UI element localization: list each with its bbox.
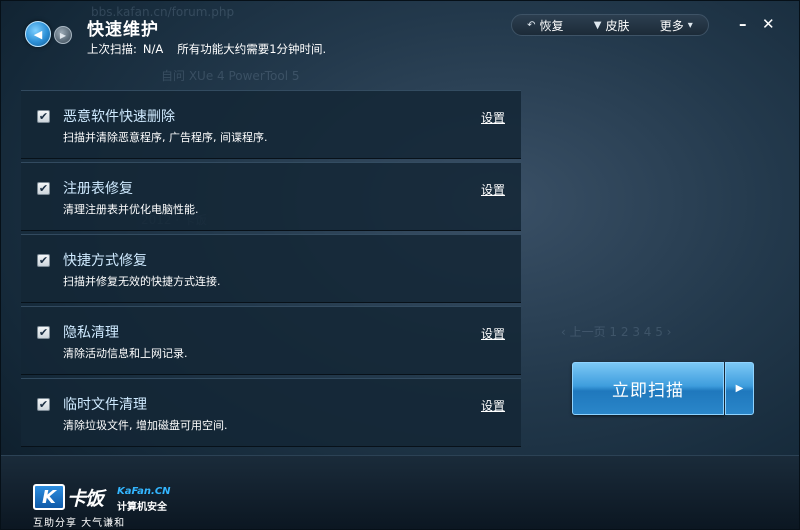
minimize-icon[interactable]: – xyxy=(739,15,747,33)
task-settings-link[interactable]: 设置 xyxy=(481,397,505,414)
task-description: 扫描并修复无效的快捷方式连接. xyxy=(63,275,221,288)
checkmark-icon: ✔ xyxy=(38,110,49,123)
task-title: 注册表修复 xyxy=(63,181,133,197)
last-scan-value: N/A xyxy=(142,42,164,56)
checkmark-icon: ✔ xyxy=(38,326,49,339)
undo-icon: ↶ xyxy=(527,19,536,31)
task-row-tempfiles: ✔ 临时文件清理 清除垃圾文件, 增加磁盘可用空间. 设置 xyxy=(21,378,521,447)
task-checkbox[interactable]: ✔ xyxy=(37,110,50,123)
task-title: 临时文件清理 xyxy=(63,397,147,413)
top-menu-bar: ↶ 恢复 ▼ 皮肤 更多 ▾ xyxy=(511,14,709,36)
task-checkbox[interactable]: ✔ xyxy=(37,326,50,339)
last-scan-info: 上次扫描: N/A 所有功能大约需要1分钟时间. xyxy=(87,41,332,57)
checkmark-icon: ✔ xyxy=(38,254,49,267)
logo-site-text: KaFan.CN xyxy=(117,486,171,497)
task-row-malware: ✔ 恶意软件快速删除 扫描并清除恶意程序, 广告程序, 间谍程序. 设置 xyxy=(21,90,521,159)
checkmark-icon: ✔ xyxy=(38,398,49,411)
task-title: 快捷方式修复 xyxy=(63,253,147,269)
back-arrow-icon[interactable]: ◀ xyxy=(25,21,51,47)
logo-k-mark: K xyxy=(33,484,65,510)
task-row-privacy: ✔ 隐私清理 清除活动信息和上网记录. 设置 xyxy=(21,306,521,375)
restore-button[interactable]: ↶ 恢复 xyxy=(527,17,563,34)
logo-slogan: 互助分享 大气谦和 xyxy=(33,518,126,529)
logo-tagline: 计算机安全 xyxy=(117,502,167,513)
app-window: bbs.kafan.cn/forum.php 自问 XUe 4 PowerToo… xyxy=(0,0,800,530)
more-button[interactable]: 更多 ▾ xyxy=(660,17,693,34)
task-checkbox[interactable]: ✔ xyxy=(37,182,50,195)
play-triangle-icon: ▶ xyxy=(735,383,744,394)
task-list: ✔ 恶意软件快速删除 扫描并清除恶意程序, 广告程序, 间谍程序. 设置 ✔ 注… xyxy=(21,90,521,448)
logo-main-text: 卡饭 xyxy=(67,488,104,510)
task-settings-link[interactable]: 设置 xyxy=(481,109,505,126)
more-label: 更多 xyxy=(659,18,684,33)
task-description: 清理注册表并优化电脑性能. xyxy=(63,203,199,216)
scan-options-button[interactable]: ▶ xyxy=(725,362,754,415)
task-checkbox[interactable]: ✔ xyxy=(37,398,50,411)
close-icon[interactable]: ✕ xyxy=(762,15,775,33)
footer: K 卡饭 KaFan.CN 计算机安全 互助分享 大气谦和 xyxy=(1,455,799,529)
task-description: 清除垃圾文件, 增加磁盘可用空间. xyxy=(63,419,228,432)
dropdown-triangle-icon: ▾ xyxy=(687,19,693,31)
page-title: 快速维护 xyxy=(87,20,159,40)
checkmark-icon: ✔ xyxy=(38,182,49,195)
header: ◀ ▶ 快速维护 上次扫描: N/A 所有功能大约需要1分钟时间. ↶ 恢复 ▼ 皮… xyxy=(1,1,799,87)
task-row-registry: ✔ 注册表修复 清理注册表并优化电脑性能. 设置 xyxy=(21,162,521,231)
time-note: 所有功能大约需要1分钟时间. xyxy=(177,42,327,56)
task-settings-link[interactable]: 设置 xyxy=(481,325,505,342)
skin-label: 皮肤 xyxy=(605,18,630,33)
last-scan-label: 上次扫描: xyxy=(87,42,137,56)
kafan-logo: K 卡饭 KaFan.CN 计算机安全 互助分享 大气谦和 xyxy=(33,484,183,529)
skin-button[interactable]: ▼ 皮肤 xyxy=(594,17,630,34)
tshirt-icon: ▼ xyxy=(593,19,602,31)
task-title: 恶意软件快速删除 xyxy=(63,109,175,125)
task-checkbox[interactable]: ✔ xyxy=(37,254,50,267)
task-row-shortcut: ✔ 快捷方式修复 扫描并修复无效的快捷方式连接. xyxy=(21,234,521,303)
task-description: 扫描并清除恶意程序, 广告程序, 间谍程序. xyxy=(63,131,268,144)
background-ghost-text: ‹ 上一页 1 2 3 4 5 › xyxy=(561,325,672,339)
task-title: 隐私清理 xyxy=(63,325,119,341)
task-settings-link[interactable]: 设置 xyxy=(481,181,505,198)
scan-now-button[interactable]: 立即扫描 xyxy=(572,362,724,415)
task-description: 清除活动信息和上网记录. xyxy=(63,347,188,360)
restore-label: 恢复 xyxy=(539,18,564,33)
forward-arrow-icon[interactable]: ▶ xyxy=(54,26,72,44)
